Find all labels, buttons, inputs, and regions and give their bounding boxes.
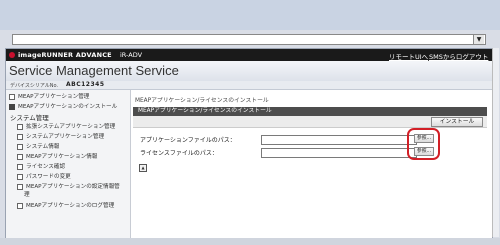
brand-bar: imageRUNNER ADVANCE iR-ADV リモートUIへ SMSから… — [6, 49, 492, 61]
serial-label: デバイスシリアルNo. — [10, 83, 59, 89]
install-toolbar: インストール — [133, 116, 487, 128]
device-model: iR-ADV — [120, 51, 143, 59]
chevron-down-icon[interactable]: ▼ — [473, 35, 484, 44]
sidebar-item-label: パスワードの変更 — [26, 174, 71, 180]
bullet-icon — [17, 153, 23, 160]
browser-toolbar — [0, 0, 500, 30]
brand-logo-icon — [9, 52, 15, 58]
highlight-annotation — [407, 128, 440, 160]
brand-name: imageRUNNER ADVANCE — [18, 51, 112, 59]
bullet-icon — [17, 143, 23, 150]
app-path-label: アプリケーションファイルのパス： — [140, 137, 236, 144]
bullet-icon — [17, 163, 23, 170]
sidebar-item-label: ライセンス確認 — [26, 164, 66, 170]
page-title: Service Management Service — [9, 63, 179, 78]
panel-title: MEAPアプリケーション/ライセンスのインストール — [133, 107, 487, 116]
browser-frame: ▼ imageRUNNER ADVANCE iR-ADV リモートUIへ SMS… — [0, 0, 500, 245]
sidebar: MEAPアプリケーション管理 MEAPアプリケーションのインストール システム管… — [6, 90, 131, 238]
sidebar-item-label: MEAPアプリケーション情報 — [26, 154, 98, 160]
bullet-icon — [17, 123, 23, 130]
sidebar-item-change-password[interactable]: パスワードの変更 — [17, 172, 141, 180]
bullet-icon — [17, 133, 23, 140]
sidebar-item-label: MEAPアプリケーション管理 — [18, 94, 90, 100]
logout-link[interactable]: SMSからログアウト — [429, 51, 488, 61]
license-path-label: ライセンスファイルのパス： — [140, 150, 218, 157]
sidebar-item-system-apps[interactable]: システムアプリケーション管理 — [17, 132, 141, 140]
sidebar-item-meap-settings[interactable]: MEAPアプリケーションの設定情報管 — [17, 182, 141, 190]
sidebar-item-license-check[interactable]: ライセンス確認 — [17, 162, 141, 170]
main-area: MEAPアプリケーション/ライセンスのインストール MEAPアプリケーション/ラ… — [133, 93, 487, 233]
sidebar-item-meap-install[interactable]: MEAPアプリケーションのインストール — [9, 102, 133, 110]
page-content: imageRUNNER ADVANCE iR-ADV リモートUIへ SMSから… — [5, 48, 493, 239]
status-bar — [0, 238, 500, 245]
bullet-icon — [9, 93, 15, 100]
serial-bar: デバイスシリアルNo. ABC12345 — [6, 81, 492, 90]
title-bar: Service Management Service — [6, 61, 492, 82]
license-path-input[interactable] — [261, 148, 417, 158]
sidebar-section-title: システム管理 — [10, 114, 49, 122]
bullet-icon — [17, 183, 23, 190]
sidebar-item-system-info[interactable]: システム情報 — [17, 142, 141, 150]
serial-value: ABC12345 — [66, 81, 105, 88]
sidebar-item-label: 拡張システムアプリケーション管理 — [26, 124, 116, 130]
sidebar-item-label: システムアプリケーション管理 — [26, 134, 105, 140]
sidebar-item-ext-system-apps[interactable]: 拡張システムアプリケーション管理 — [17, 122, 141, 130]
breadcrumb: MEAPアプリケーション/ライセンスのインストール — [135, 98, 269, 104]
sidebar-item-meap-settings-cont[interactable]: 理 — [24, 190, 148, 198]
sidebar-item-label: MEAPアプリケーションのインストール — [18, 104, 118, 110]
sidebar-item-meap-info[interactable]: MEAPアプリケーション情報 — [17, 152, 141, 160]
bullet-icon — [17, 173, 23, 180]
sidebar-item-label: 理 — [24, 192, 30, 198]
sidebar-item-label: システム情報 — [26, 144, 60, 150]
bullet-icon — [9, 103, 15, 110]
remote-ui-link[interactable]: リモートUIへ — [389, 51, 428, 61]
sidebar-item-label: MEAPアプリケーションのログ管理 — [26, 203, 115, 209]
page-top-icon[interactable]: ▲ — [139, 164, 147, 172]
address-combobox[interactable] — [12, 34, 486, 45]
sidebar-item-meap-log[interactable]: MEAPアプリケーションのログ管理 — [17, 201, 141, 209]
vertical-scrollbar[interactable] — [492, 48, 499, 237]
app-path-input[interactable] — [261, 135, 417, 145]
install-button[interactable]: インストール — [431, 117, 483, 127]
bullet-icon — [17, 202, 23, 209]
sidebar-item-meap-management[interactable]: MEAPアプリケーション管理 — [9, 92, 133, 100]
